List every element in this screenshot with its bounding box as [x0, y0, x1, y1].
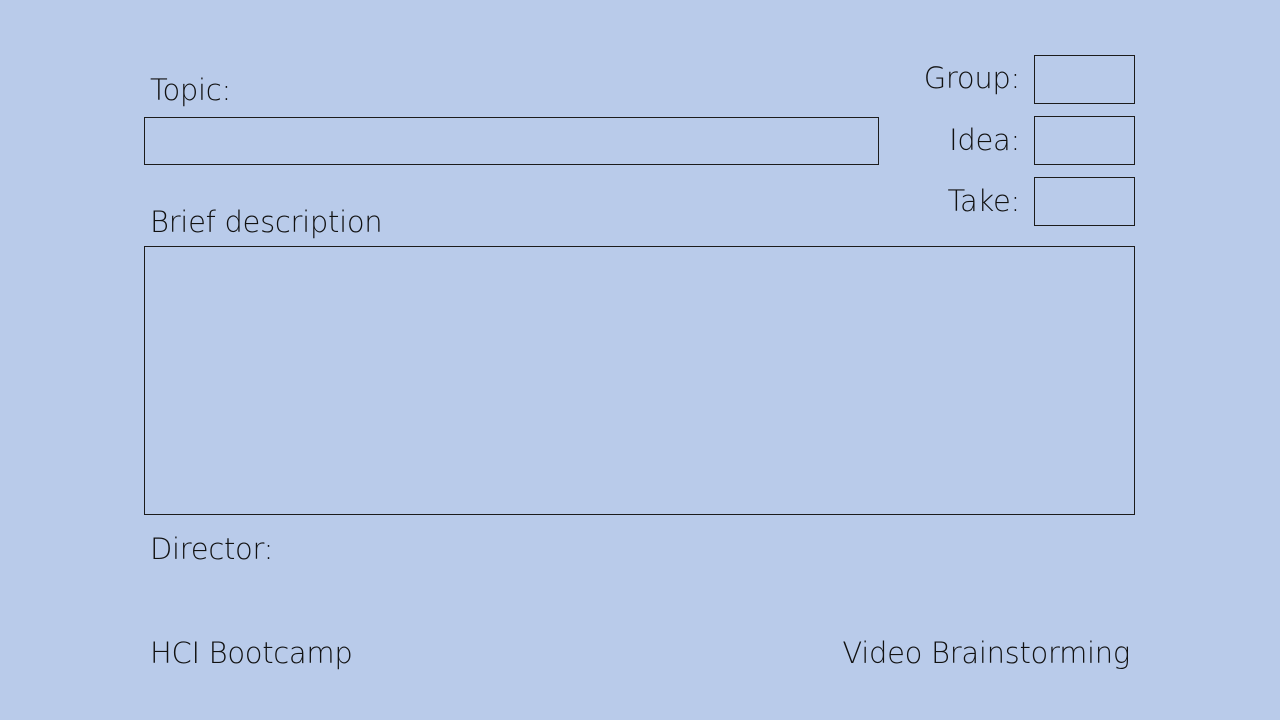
idea-label: Idea:	[949, 123, 1020, 157]
group-input[interactable]	[1034, 55, 1135, 104]
footer-left-text: HCI Bootcamp	[150, 636, 353, 670]
topic-input[interactable]	[144, 117, 879, 165]
take-input[interactable]	[1034, 177, 1135, 226]
description-label: Brief description	[150, 205, 383, 239]
take-label: Take:	[947, 184, 1020, 218]
group-label: Group:	[923, 61, 1021, 95]
idea-input[interactable]	[1034, 116, 1135, 165]
topic-label: Topic:	[150, 73, 231, 107]
director-label: Director:	[150, 532, 274, 566]
description-textarea[interactable]	[144, 246, 1135, 515]
footer-right-text: Video Brainstorming	[842, 636, 1130, 670]
